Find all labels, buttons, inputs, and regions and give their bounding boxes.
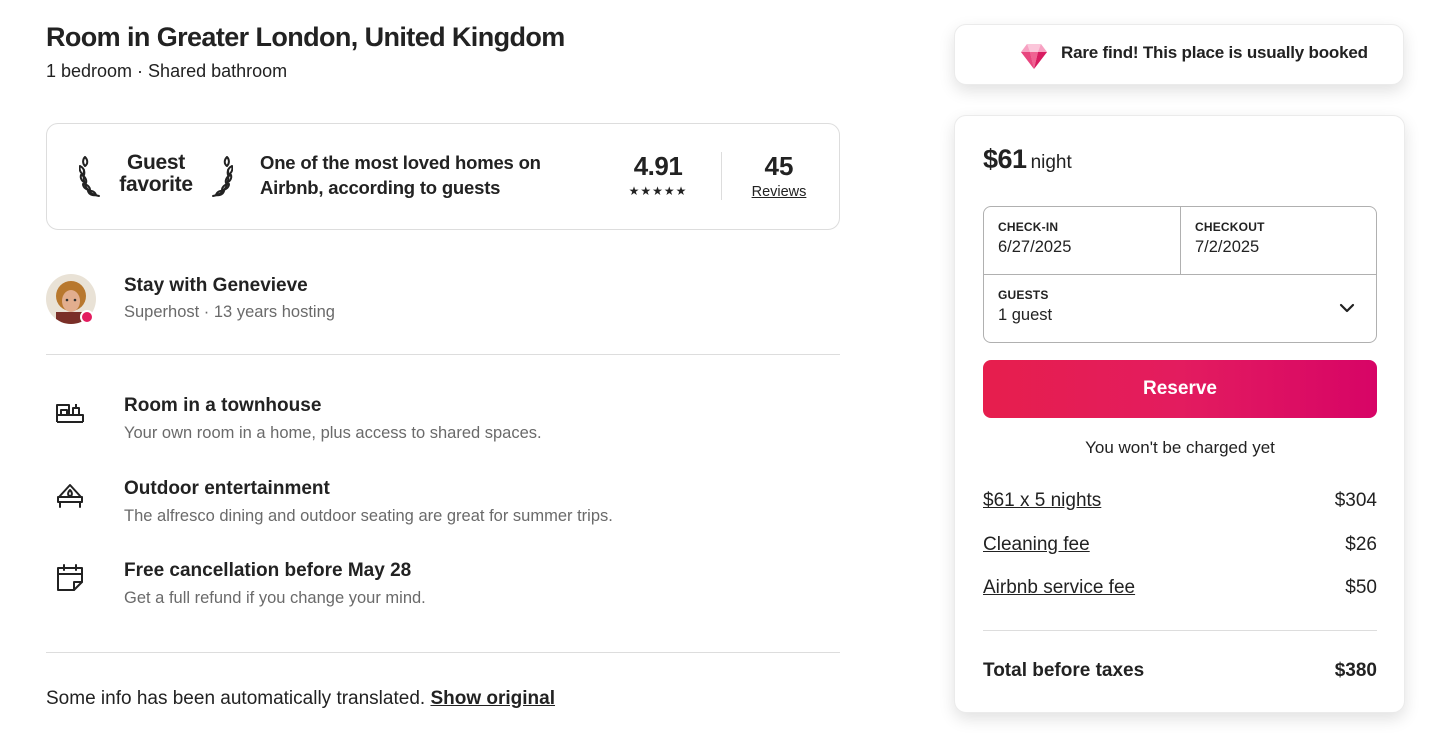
cleaning-fee-link[interactable]: Cleaning fee — [983, 534, 1090, 555]
host-details: Superhost · 13 years hosting — [124, 303, 335, 321]
service-fee-link[interactable]: Airbnb service fee — [983, 577, 1135, 598]
laurel-left-icon — [79, 156, 100, 197]
rating-block: 4.91 ★★★★★ — [621, 150, 695, 198]
reserve-button[interactable]: Reserve — [983, 360, 1377, 418]
rare-find-text: Rare find! This place is usually booked — [1061, 43, 1368, 62]
feature-description: The alfresco dining and outdoor seating … — [124, 507, 613, 525]
guests-field[interactable]: GUESTS 1 guest — [998, 288, 1298, 325]
nights-amount: $304 — [1334, 490, 1377, 511]
host-section[interactable]: Stay with Genevieve Superhost · 13 years… — [46, 273, 840, 333]
show-original-link[interactable]: Show original — [430, 688, 555, 709]
superhost-badge-icon — [80, 310, 94, 324]
divider — [721, 152, 722, 200]
feature-item: Room in a townhouse Your own room in a h… — [46, 395, 840, 451]
no-charge-note: You won't be charged yet — [1085, 438, 1275, 457]
cleaning-fee-amount: $26 — [1345, 534, 1377, 555]
feature-item: Outdoor entertainment The alfresco dinin… — [46, 478, 840, 534]
feature-description: Your own room in a home, plus access to … — [124, 424, 542, 442]
section-divider — [46, 354, 840, 355]
translation-text: Some info has been automatically transla… — [46, 688, 426, 709]
nights-breakdown-link[interactable]: $61 x 5 nights — [983, 490, 1101, 511]
price-line-cleaning: Cleaning fee $26 — [983, 534, 1377, 556]
host-name: Stay with Genevieve — [124, 275, 308, 296]
feature-title: Free cancellation before May 28 — [124, 560, 412, 581]
reviews-link[interactable]: Reviews — [743, 184, 815, 200]
feature-title: Room in a townhouse — [124, 395, 322, 416]
booking-card: $61 night CHECK-IN 6/27/2025 CHECKOUT 7/2… — [954, 115, 1405, 713]
nightly-price: $61 night — [983, 144, 1072, 175]
total-divider — [983, 630, 1377, 631]
price-line-service: Airbnb service fee $50 — [983, 577, 1377, 599]
star-rating-icon: ★★★★★ — [628, 184, 688, 198]
outdoor-icon — [57, 484, 83, 508]
guest-favorite-card[interactable]: Guest favorite One of the most loved hom… — [46, 123, 840, 230]
date-guest-picker: CHECK-IN 6/27/2025 CHECKOUT 7/2/2025 GUE… — [983, 206, 1377, 343]
service-fee-amount: $50 — [1345, 577, 1377, 598]
price-amount: $61 — [983, 144, 1027, 174]
divider — [984, 274, 1376, 275]
divider — [1180, 207, 1181, 274]
bed-icon — [56, 404, 84, 423]
total-amount: $380 — [1334, 660, 1377, 681]
checkin-field[interactable]: CHECK-IN 6/27/2025 — [998, 220, 1168, 257]
checkout-field[interactable]: CHECKOUT 7/2/2025 — [1195, 220, 1365, 257]
guest-favorite-label: Guest favorite — [105, 152, 207, 196]
laurel-right-icon — [212, 156, 233, 197]
listing-subtitle: 1 bedroom · Shared bathroom — [46, 61, 288, 81]
checkout-value: 7/2/2025 — [1195, 238, 1260, 256]
chevron-down-icon[interactable] — [1338, 299, 1356, 317]
feature-description: Get a full refund if you change your min… — [124, 589, 426, 607]
guest-favorite-description: One of the most loved homes on Airbnb, a… — [260, 152, 541, 198]
checkout-label: CHECKOUT — [1195, 220, 1265, 234]
reviews-block[interactable]: 45 Reviews — [743, 150, 815, 200]
guest-favorite-line1: Guest — [126, 151, 185, 174]
guests-value: 1 guest — [998, 306, 1053, 324]
price-unit: night — [1030, 152, 1072, 173]
rare-find-banner: Rare find! This place is usually booked — [954, 24, 1404, 85]
price-line-nights: $61 x 5 nights $304 — [983, 490, 1377, 512]
feature-title: Outdoor entertainment — [124, 478, 330, 499]
checkin-value: 6/27/2025 — [998, 238, 1072, 256]
checkin-label: CHECK-IN — [998, 220, 1059, 234]
guest-favorite-badge: Guest favorite — [79, 152, 233, 200]
calendar-icon — [57, 564, 83, 591]
total-row: Total before taxes $380 — [983, 660, 1377, 682]
rating-value: 4.91 — [633, 151, 683, 181]
page-title: Room in Greater London, United Kingdom — [46, 22, 565, 52]
reviews-count: 45 — [764, 151, 794, 181]
translation-notice: Some info has been automatically transla… — [46, 688, 555, 710]
guests-label: GUESTS — [998, 288, 1049, 302]
feature-item: Free cancellation before May 28 Get a fu… — [46, 560, 840, 616]
total-label: Total before taxes — [983, 660, 1145, 681]
diamond-icon — [1021, 44, 1047, 69]
guest-favorite-line2: favorite — [119, 173, 193, 196]
section-divider — [46, 652, 840, 653]
